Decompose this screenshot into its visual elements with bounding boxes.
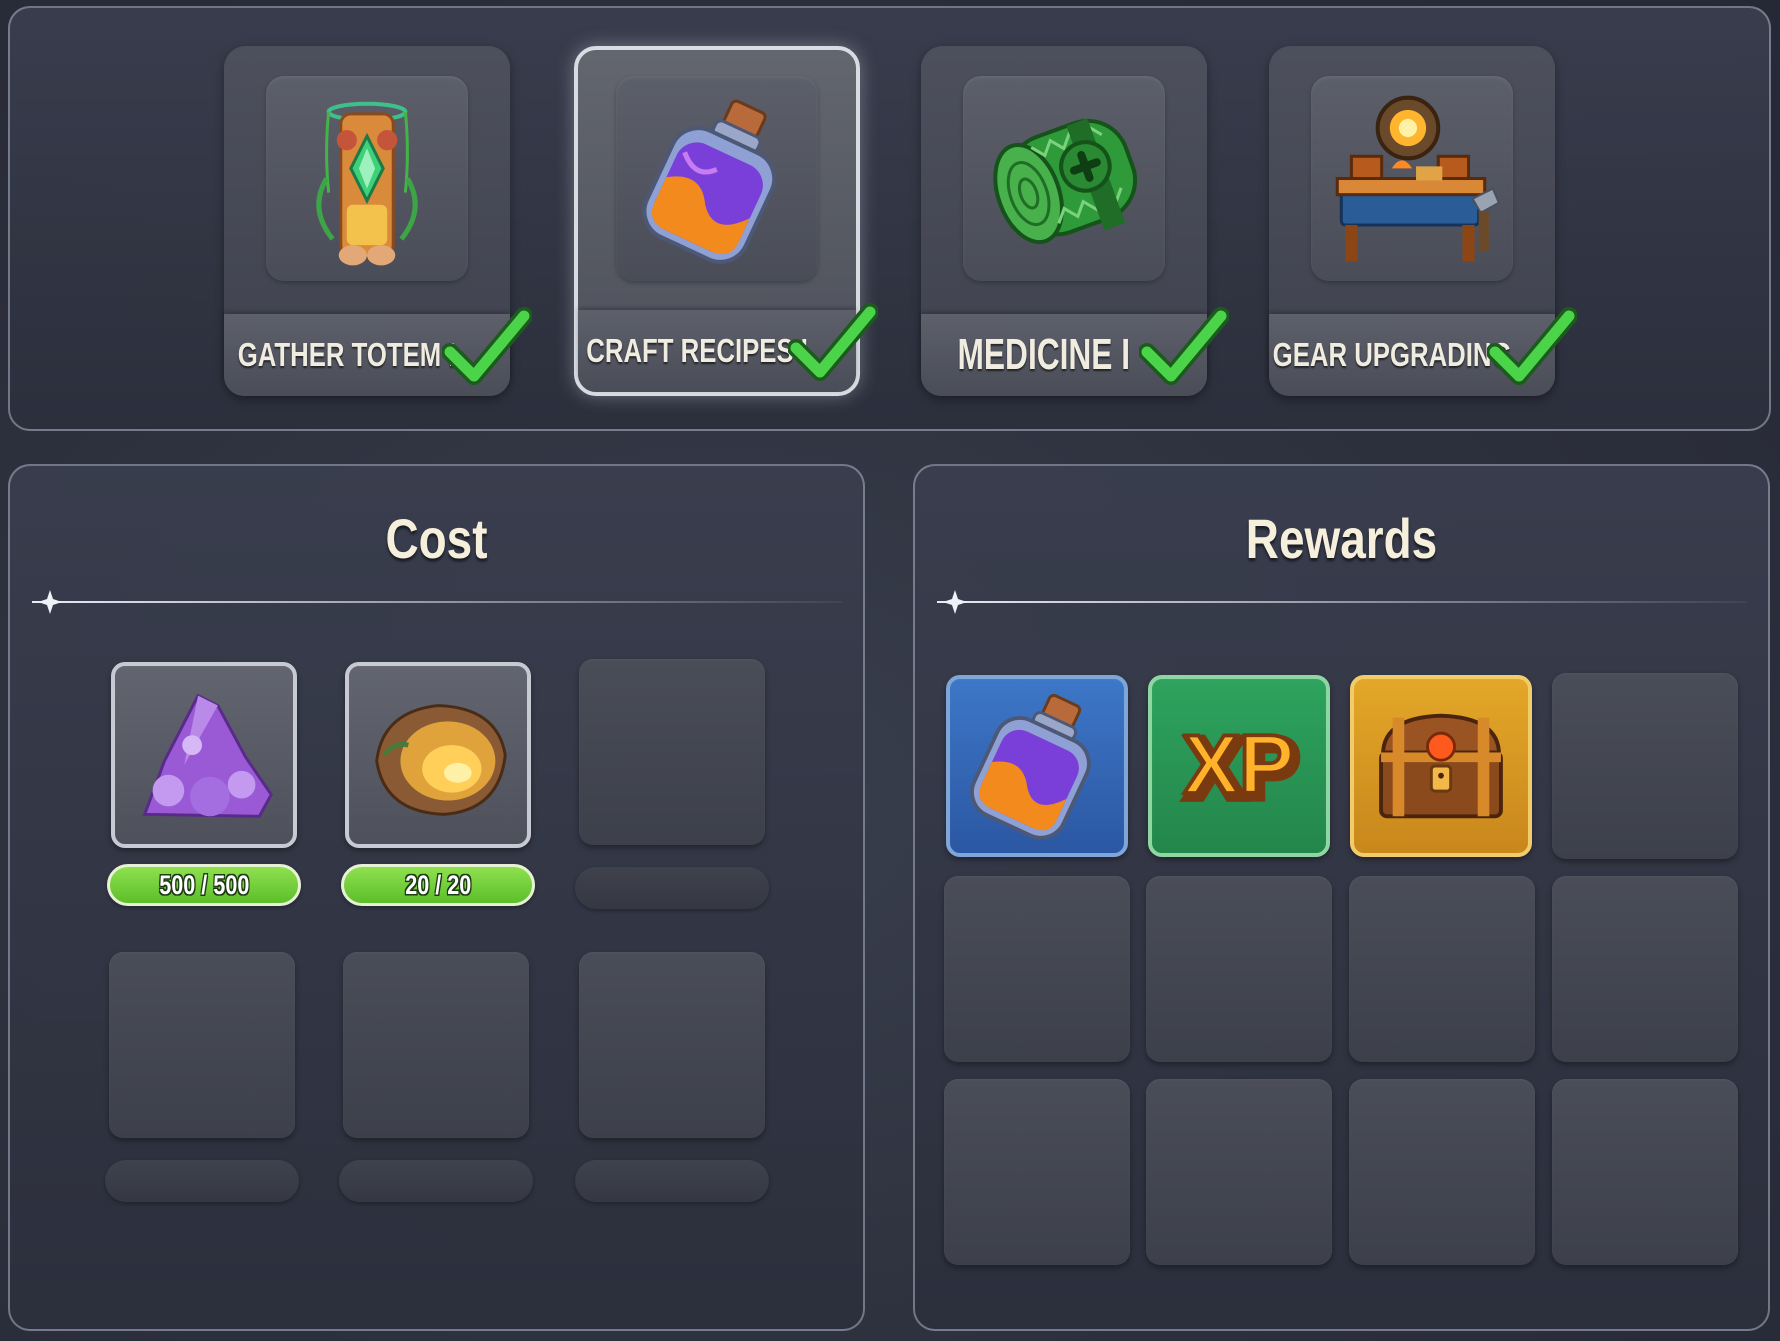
research-card-gather-totem[interactable]: GATHER TOTEM I bbox=[224, 46, 532, 396]
potion-icon bbox=[969, 693, 1091, 840]
research-card-craft-recipes[interactable]: CRAFT RECIPES I bbox=[574, 46, 878, 396]
sparkle-icon bbox=[943, 590, 967, 614]
sparkle-icon bbox=[38, 590, 62, 614]
checkmark-icon bbox=[788, 303, 878, 381]
reward-slot-xp[interactable]: XP XP bbox=[1148, 675, 1330, 857]
cost-title: Cost bbox=[385, 507, 488, 570]
cost-quantity-bar-empty bbox=[575, 867, 769, 909]
research-icon-frame bbox=[963, 76, 1165, 281]
cost-quantity-bar-empty bbox=[105, 1160, 299, 1202]
xp-text: XP bbox=[1184, 718, 1295, 811]
amethyst-ore-icon bbox=[142, 693, 273, 818]
research-icon-frame bbox=[266, 76, 468, 281]
checkmark-icon bbox=[1487, 307, 1577, 385]
potion-icon bbox=[642, 99, 777, 264]
research-label: GATHER TOTEM I bbox=[238, 336, 456, 373]
checkmark-icon bbox=[442, 307, 532, 385]
reward-slot-empty bbox=[944, 1079, 1130, 1265]
treasure-chest-icon bbox=[1379, 713, 1503, 819]
reward-slot-empty bbox=[1146, 876, 1332, 1062]
cost-quantity-bar: 500 / 500 bbox=[107, 864, 301, 906]
reward-slot-empty bbox=[1349, 876, 1535, 1062]
cost-slot-empty bbox=[579, 659, 765, 845]
research-label: MEDICINE I bbox=[957, 330, 1131, 379]
rewards-panel: Rewards XP XP bbox=[913, 464, 1770, 1331]
cost-quantity-bar: 20 / 20 bbox=[341, 864, 535, 906]
cost-quantity: 500 / 500 bbox=[158, 869, 250, 900]
cost-quantity-bar-empty bbox=[339, 1160, 533, 1202]
research-label: CRAFT RECIPES I bbox=[586, 332, 808, 369]
reward-slot-empty bbox=[1552, 673, 1738, 859]
research-icon-frame bbox=[616, 76, 818, 281]
reward-slot-empty bbox=[1552, 876, 1738, 1062]
research-label: GEAR UPGRADING bbox=[1272, 336, 1512, 373]
cost-quantity-bar-empty bbox=[575, 1160, 769, 1202]
cost-slot-empty bbox=[109, 952, 295, 1138]
cost-slot-amber[interactable] bbox=[345, 662, 531, 848]
section-divider bbox=[32, 601, 842, 603]
cost-quantity: 20 / 20 bbox=[404, 869, 472, 900]
reward-slot-empty bbox=[1349, 1079, 1535, 1265]
xp-icon: XP XP bbox=[1182, 716, 1304, 820]
reward-slot-empty bbox=[1146, 1079, 1332, 1265]
cost-slot-amethyst[interactable] bbox=[111, 662, 297, 848]
rewards-title: Rewards bbox=[1245, 507, 1438, 570]
section-divider bbox=[937, 601, 1747, 603]
totem-icon bbox=[316, 101, 418, 266]
reward-slot-chest[interactable] bbox=[1350, 675, 1532, 857]
reward-slot-empty bbox=[944, 876, 1130, 1062]
amber-stone-icon bbox=[375, 704, 507, 816]
reward-slot-empty bbox=[1552, 1079, 1738, 1265]
bandage-roll-icon bbox=[993, 118, 1138, 245]
cost-panel: Cost 500 / 500 20 / 20 bbox=[8, 464, 865, 1331]
cost-slot-empty bbox=[579, 952, 765, 1138]
research-panel: GATHER TOTEM I CRAFT RECIPES I MEDICINE … bbox=[8, 6, 1771, 431]
cost-slot-empty bbox=[343, 952, 529, 1138]
checkmark-icon bbox=[1139, 307, 1229, 385]
research-card-gear-upgrading[interactable]: GEAR UPGRADING bbox=[1269, 46, 1577, 396]
workbench-icon bbox=[1335, 95, 1501, 262]
research-card-medicine[interactable]: MEDICINE I bbox=[921, 46, 1229, 396]
research-icon-frame bbox=[1311, 76, 1513, 281]
reward-slot-potion[interactable] bbox=[946, 675, 1128, 857]
